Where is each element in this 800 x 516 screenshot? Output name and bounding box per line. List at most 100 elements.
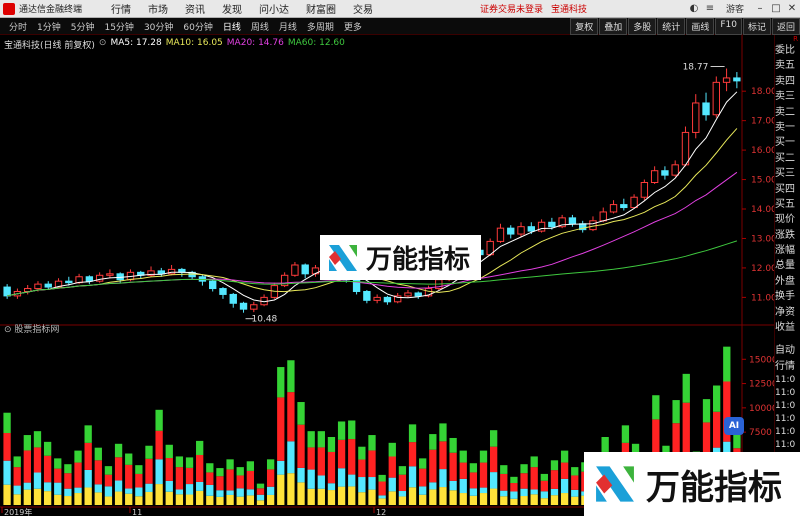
candle-body[interactable] [517,226,525,235]
candle-body[interactable] [363,290,371,301]
candle-body[interactable] [702,102,710,116]
tool-button-2[interactable]: 多股 [628,17,657,35]
period-tab-9[interactable]: 多周期 [302,20,339,33]
period-tab-6[interactable]: 日线 [218,20,246,33]
candle-body[interactable] [661,170,669,176]
volume-bar-segment [84,442,92,470]
candle-body[interactable] [681,131,690,166]
candle-body[interactable] [34,283,42,290]
candle-body[interactable] [239,302,248,310]
candle-body[interactable] [65,280,73,284]
period-tab-1[interactable]: 1分钟 [32,20,66,33]
brand-stock-link[interactable]: 宝通科技 [551,2,587,15]
period-tab-3[interactable]: 15分钟 [99,20,138,33]
candle-body[interactable] [75,276,83,284]
candle-body[interactable] [3,286,11,297]
tool-button-3[interactable]: 统计 [657,17,686,35]
skin-icon[interactable]: ◐ [686,3,702,14]
candle-body[interactable] [414,292,422,297]
candle-body[interactable] [157,270,165,275]
candle-body[interactable] [507,227,515,235]
period-tab-8[interactable]: 月线 [274,20,302,33]
menu-item-4[interactable]: 问小达 [259,1,289,16]
period-tab-0[interactable]: 分时 [4,20,32,33]
stock-name-label[interactable]: 宝通科技(日线 前复权) [4,38,95,51]
side-tab-0[interactable]: 自动 [775,343,800,358]
ai-assistant-button[interactable]: AI [724,417,744,435]
candle-body[interactable] [44,283,52,288]
volume-bar-segment [327,483,336,491]
indicator-gear-icon[interactable]: ⊙ [4,325,12,335]
volume-bar-segment [571,496,579,505]
candle-body[interactable] [291,264,299,276]
candle-body[interactable] [85,276,94,282]
volume-bar-segment [337,421,346,440]
candle-body[interactable] [671,164,679,176]
candle-body[interactable] [548,221,556,228]
menu-item-1[interactable]: 市场 [148,1,168,16]
candle-body[interactable] [589,220,597,231]
menu-item-5[interactable]: 财富圈 [306,1,336,16]
tool-button-0[interactable]: 复权 [570,17,599,35]
volume-bar-segment [175,489,184,495]
candle-body[interactable] [209,280,217,290]
candle-body[interactable] [301,264,309,275]
volume-bar-segment [64,464,72,474]
close-icon[interactable]: ✕ [784,3,800,14]
candle-body[interactable] [568,217,577,225]
menu-item-6[interactable]: 交易 [353,1,373,16]
tool-button-7[interactable]: 返回 [771,17,800,35]
side-tab-1[interactable]: 行情 [775,359,800,374]
candle-body[interactable] [250,304,258,310]
candle-body[interactable] [630,196,638,209]
candle-body[interactable] [712,81,720,116]
candle-body[interactable] [722,77,731,83]
tool-button-4[interactable]: 画线 [686,17,715,35]
candle-body[interactable] [404,292,412,297]
quote-field-7: 买二 [775,152,795,164]
period-tab-7[interactable]: 周线 [246,20,274,33]
tool-button-1[interactable]: 叠加 [599,17,628,35]
volume-bar-segment [317,488,325,505]
candle-body[interactable] [373,296,381,301]
quote-field-16: 换手 [775,291,795,303]
candle-body[interactable] [620,204,628,209]
period-tab-5[interactable]: 60分钟 [178,20,217,33]
candle-body[interactable] [106,273,114,276]
volume-tick-label: 15000 [749,355,774,365]
candle-body[interactable] [733,77,741,82]
volume-bar-segment [13,456,21,468]
tool-button-6[interactable]: 标记 [742,17,771,35]
candle-body[interactable] [650,170,659,184]
candle-body[interactable] [609,204,618,213]
trade-login-notice[interactable]: 证券交易未登录 [480,2,543,15]
maximize-icon[interactable]: □ [768,3,784,14]
candle-body[interactable] [527,226,535,232]
candle-body[interactable] [229,293,237,304]
menu-item-0[interactable]: 行情 [111,1,131,16]
volume-bar-segment [3,412,11,434]
tool-button-5[interactable]: F10 [715,17,742,35]
volume-bar-segment [530,494,538,505]
period-tab-2[interactable]: 5分钟 [66,20,100,33]
candle-body[interactable] [24,288,32,292]
menu-icon[interactable]: ≡ [702,3,718,14]
period-tab-4[interactable]: 30分钟 [139,20,178,33]
menu-item-2[interactable]: 资讯 [185,1,205,16]
menu-item-3[interactable]: 发现 [222,1,242,16]
volume-bar-segment [206,484,214,496]
candle-body[interactable] [640,182,649,198]
volume-bar-segment [479,450,488,463]
settings-dot-icon[interactable]: ⊙ [99,38,107,51]
volume-bar-segment [145,458,153,484]
candle-body[interactable] [496,227,505,242]
minimize-icon[interactable]: – [752,3,768,14]
candle-body[interactable] [383,296,392,303]
guest-label[interactable]: 游客 [718,2,752,15]
candle-body[interactable] [219,288,227,295]
period-tab-10[interactable]: 更多 [339,20,367,33]
volume-indicator-label[interactable]: 股票指标网 [14,325,59,335]
candle-body[interactable] [692,102,700,133]
candle-body[interactable] [599,211,607,222]
volume-bar-segment [479,462,488,488]
